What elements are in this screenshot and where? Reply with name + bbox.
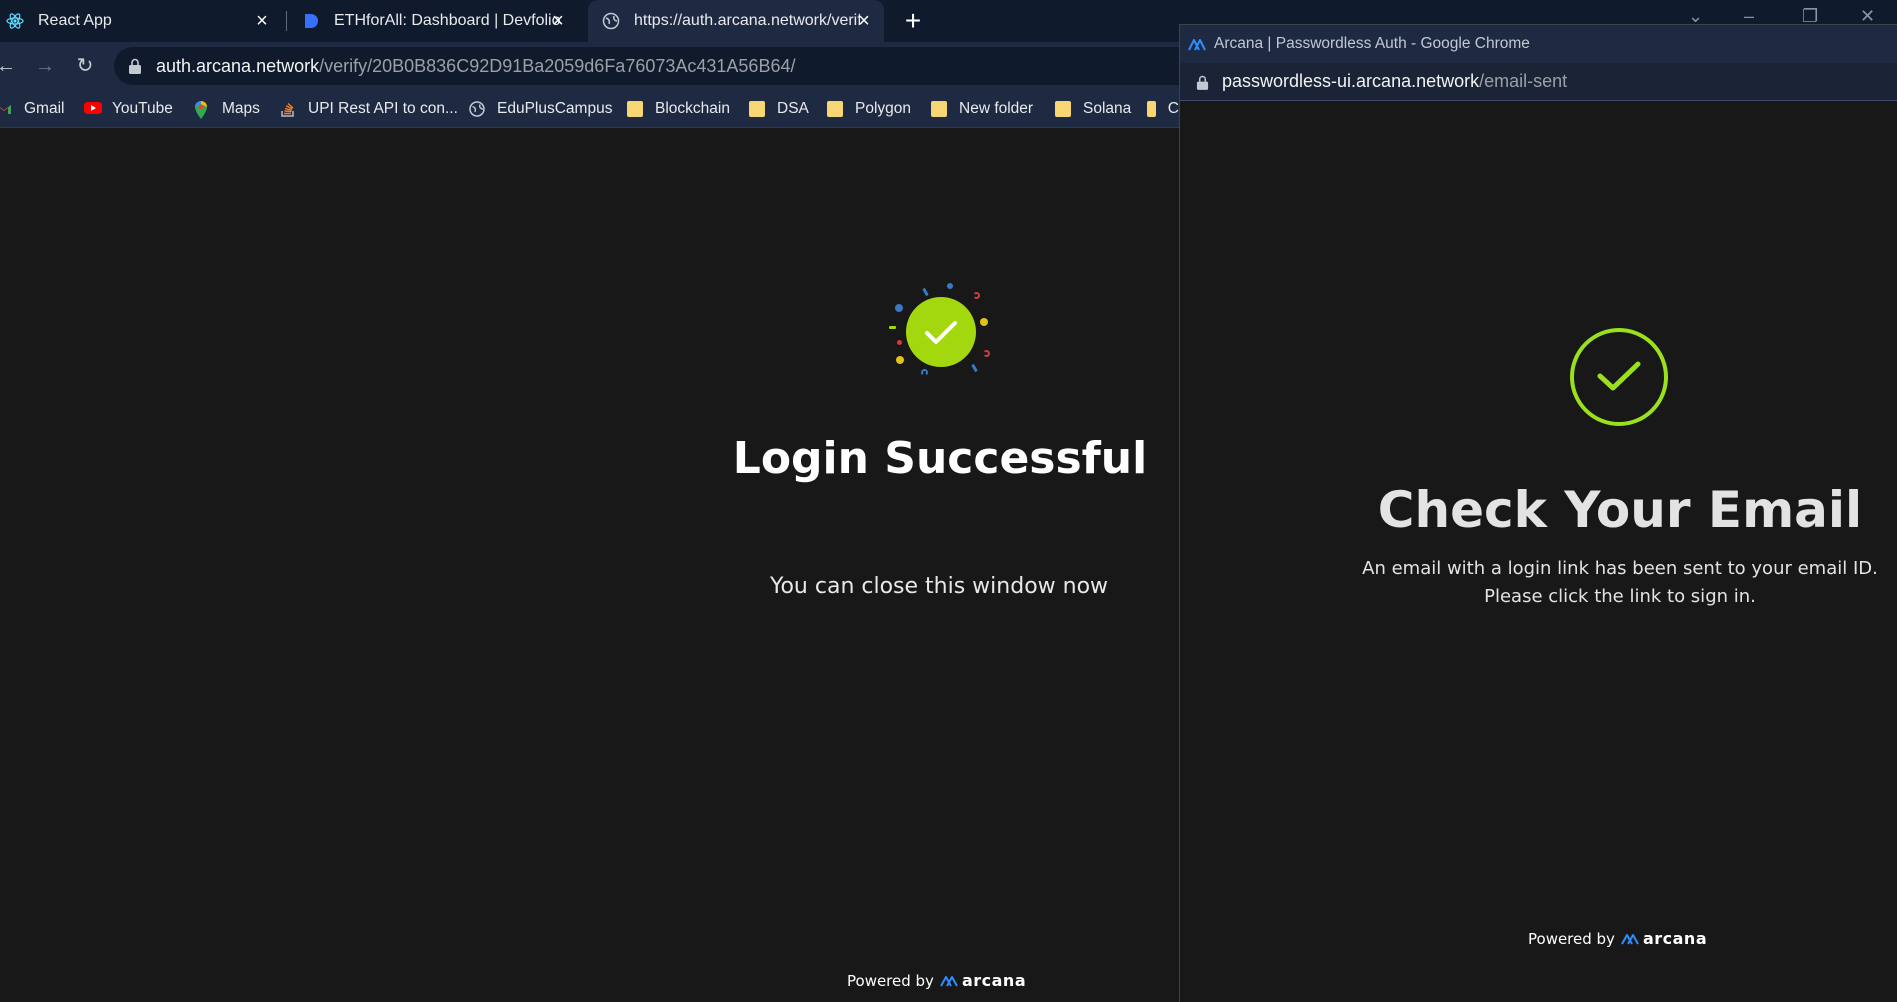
verify-page <box>0 129 1180 1002</box>
popup-message: An email with a login link has been sent… <box>1362 558 1878 607</box>
arcana-logo-icon <box>940 975 958 986</box>
email-sent-check-icon <box>1570 328 1668 426</box>
bookmark-folder-dsa[interactable]: DSA <box>749 90 809 128</box>
folder-icon <box>827 101 843 117</box>
bookmark-maps[interactable]: Maps <box>194 90 260 128</box>
arcana-logo-icon <box>1188 38 1206 51</box>
arcana-brand: arcana <box>1642 929 1708 948</box>
confetti-dot <box>947 283 953 289</box>
arcana-brand: arcana <box>961 971 1027 990</box>
lock-icon <box>128 58 142 74</box>
confetti-dot <box>980 318 988 326</box>
success-badge <box>880 280 1000 390</box>
globe-icon <box>469 101 485 117</box>
bookmark-upi-rest-api[interactable]: UPI Rest API to con... <box>280 90 458 128</box>
powered-by-label: Powered by <box>1528 929 1615 948</box>
popup-window-title: Arcana | Passwordless Auth - Google Chro… <box>1214 35 1530 52</box>
confetti-dot <box>896 356 904 364</box>
tab-react-app[interactable]: React App × <box>0 0 282 42</box>
tab-title: React App <box>38 12 112 29</box>
bookmark-label: YouTube <box>112 100 173 117</box>
folder-icon <box>931 101 947 117</box>
confetti-dot <box>922 287 929 297</box>
lock-icon <box>1196 74 1210 90</box>
tab-title: ETHforAll: Dashboard | Devfolio <box>334 12 561 29</box>
confetti-dot <box>983 350 990 357</box>
globe-icon <box>602 12 620 30</box>
forward-arrow-icon[interactable]: → <box>33 54 57 78</box>
folder-icon <box>1055 101 1071 117</box>
auth-popup-window: Arcana | Passwordless Auth - Google Chro… <box>1179 24 1897 1002</box>
tab-title: https://auth.arcana.network/verify/ <box>634 12 860 29</box>
back-arrow-icon[interactable]: ← <box>0 54 18 78</box>
new-tab-button[interactable]: + <box>900 7 926 35</box>
gmail-icon <box>0 101 12 117</box>
browser-toolbar: ← → ↻ auth.arcana.network/verify/20B0B83… <box>0 42 1180 90</box>
url-host: auth.arcana.network <box>156 55 320 76</box>
bookmark-label: Gmail <box>24 100 65 117</box>
url-host: passwordless-ui.arcana.network <box>1222 71 1480 91</box>
close-icon[interactable]: × <box>548 11 568 31</box>
bookmark-folder-blockchain[interactable]: Blockchain <box>627 90 730 128</box>
url-path: /email-sent <box>1479 71 1568 91</box>
bookmark-folder-polygon[interactable]: Polygon <box>827 90 911 128</box>
popup-titlebar: Arcana | Passwordless Auth - Google Chro… <box>1180 25 1897 63</box>
bookmark-label: Blockchain <box>655 100 730 117</box>
bookmarks-bar: Gmail YouTube Maps UPI Rest API to con..… <box>0 90 1180 128</box>
bookmark-label: Maps <box>222 100 260 117</box>
confetti-dot <box>921 369 928 376</box>
confetti-dot <box>895 304 903 312</box>
bookmark-folder-new-folder[interactable]: New folder <box>931 90 1033 128</box>
bookmark-label: Solana <box>1083 100 1132 117</box>
bookmark-label: UPI Rest API to con... <box>308 100 458 117</box>
react-icon <box>6 12 24 30</box>
bookmark-folder-truncated[interactable]: C <box>1147 90 1179 128</box>
tab-arcana-verify[interactable]: https://auth.arcana.network/verify/ × <box>588 0 884 42</box>
powered-by-footer: Powered by arcana <box>1528 929 1707 948</box>
folder-icon <box>1147 101 1156 117</box>
close-icon[interactable]: × <box>252 11 272 31</box>
confetti-dot <box>889 326 896 329</box>
bookmark-youtube[interactable]: YouTube <box>84 90 173 128</box>
confetti-dot <box>897 340 902 345</box>
youtube-icon <box>84 101 102 117</box>
bookmark-label: DSA <box>777 100 809 117</box>
maps-icon <box>194 101 210 119</box>
url-path: /verify/20B0B836C92D91Ba2059d6Fa76073Ac4… <box>319 55 796 76</box>
success-check-icon <box>906 297 976 367</box>
bookmark-label: C <box>1167 100 1179 117</box>
bookmark-label: Polygon <box>855 100 912 117</box>
close-icon[interactable]: × <box>854 11 874 31</box>
devfolio-icon <box>302 12 320 30</box>
popup-title: Check Your Email <box>1377 481 1863 539</box>
reload-icon[interactable]: ↻ <box>73 54 97 78</box>
bookmark-edupluscampus[interactable]: EduPlusCampus <box>469 90 612 128</box>
folder-icon <box>749 101 765 117</box>
powered-by-footer: Powered by arcana <box>847 971 1026 990</box>
tab-divider <box>286 11 287 31</box>
stackoverflow-icon <box>280 101 296 117</box>
bookmark-gmail[interactable]: Gmail <box>0 90 64 128</box>
popup-address-bar: passwordless-ui.arcana.network/email-sen… <box>1180 63 1897 101</box>
bookmark-folder-solana[interactable]: Solana <box>1055 90 1131 128</box>
bookmark-label: New folder <box>959 100 1034 117</box>
powered-by-label: Powered by <box>847 971 934 990</box>
bookmark-label: EduPlusCampus <box>497 100 613 117</box>
address-bar[interactable]: auth.arcana.network/verify/20B0B836C92D9… <box>114 47 1180 85</box>
folder-icon <box>627 101 643 117</box>
arcana-logo-icon <box>1621 933 1639 944</box>
tab-devfolio[interactable]: ETHforAll: Dashboard | Devfolio × <box>296 0 578 42</box>
